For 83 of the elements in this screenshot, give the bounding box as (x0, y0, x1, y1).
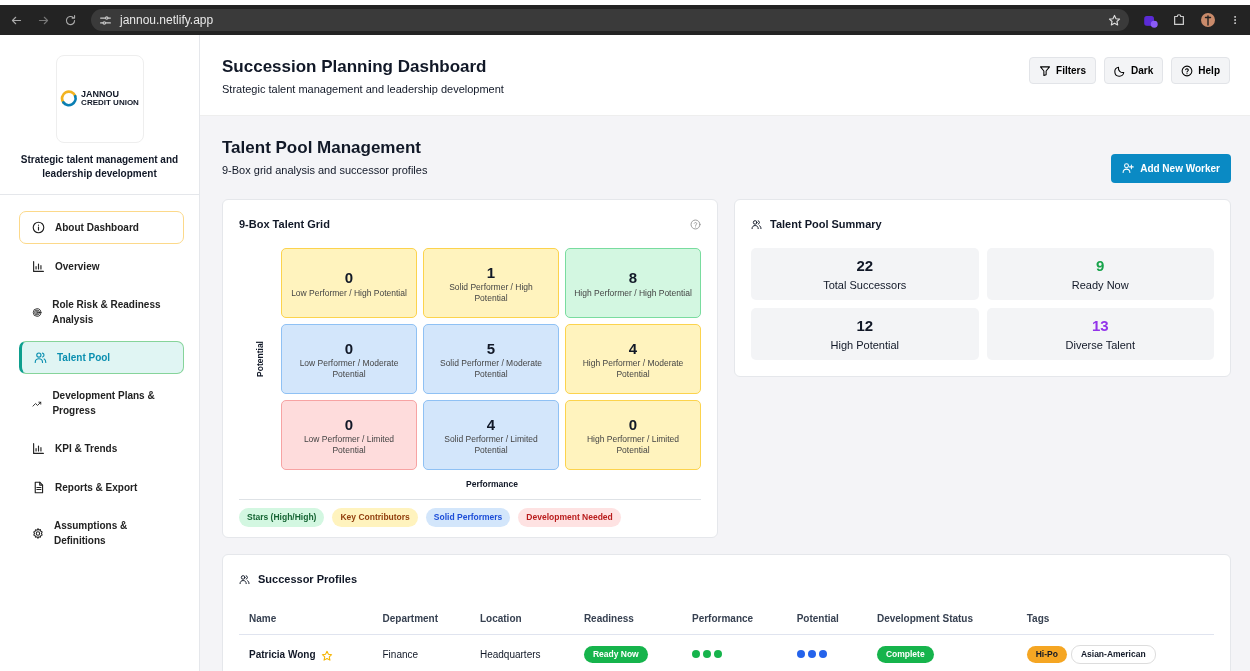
column-header: Readiness (573, 603, 682, 635)
users-icon (239, 573, 250, 585)
logo-subtitle: CREDIT UNION (81, 99, 139, 108)
card-title: Talent Pool Summary (770, 216, 882, 232)
bar-chart-icon (32, 260, 45, 273)
column-header: Performance (682, 603, 787, 635)
nav-item[interactable]: Development Plans & Progress (19, 380, 184, 426)
grid-cell: 0 High Performer / Limited Potential (565, 400, 701, 471)
page-title: Succession Planning Dashboard (222, 57, 488, 78)
theme-button[interactable]: Dark (1104, 57, 1164, 84)
axis-label: Potential (253, 341, 266, 378)
rating-dot (818, 650, 827, 659)
rating-dot (796, 650, 805, 659)
help-icon (1181, 64, 1194, 77)
column-header: Tags (1016, 603, 1214, 635)
stat-tile: 12 High Potential (751, 308, 979, 361)
moon-icon (1114, 64, 1127, 77)
tag: Asian-American (1070, 645, 1156, 665)
section-subtitle: 9-Box grid analysis and successor profiles (222, 163, 428, 179)
stat-tile: 9 Ready Now (986, 248, 1214, 301)
table-cell: Finance (372, 634, 470, 671)
person-name: Patricia Wong (249, 649, 316, 661)
rating-dot (807, 650, 816, 659)
nav-item[interactable]: About Dashboard (19, 211, 184, 244)
grid-cell: 4 Solid Performer / Limited Potential (423, 400, 559, 471)
nav-item[interactable]: Reports & Export (19, 471, 184, 504)
grid-cell: 0 Low Performer / Moderate Potential (281, 324, 417, 395)
card-title: Successor Profiles (258, 571, 358, 587)
legend-tag: Development Needed (518, 508, 621, 527)
document-icon (32, 481, 45, 494)
nav-item[interactable]: Overview (19, 250, 184, 283)
status-badge: Complete (876, 646, 934, 664)
bar-chart-icon (32, 442, 45, 455)
stat-tile: 13 Diverse Talent (986, 308, 1214, 361)
legend-tag: Stars (High/High) (239, 508, 325, 527)
card-title: 9-Box Talent Grid (239, 216, 330, 232)
rating-dot (692, 650, 700, 659)
legend-tag: Key Contributors (332, 508, 418, 527)
gear-icon (32, 526, 44, 540)
table-cell: Headquarters (469, 634, 574, 671)
section-title: Talent Pool Management (222, 137, 422, 159)
grid-cell: 5 Solid Performer / Moderate Potential (423, 324, 559, 395)
nav-item[interactable]: KPI & Trends (19, 432, 184, 465)
sidebar-tagline: Strategic talent management and leadership development (0, 153, 199, 195)
logo-name: JANNOU (81, 90, 121, 100)
users-icon (751, 218, 762, 230)
column-header: Department (372, 603, 470, 635)
bookmark-star-icon[interactable] (1108, 13, 1121, 27)
grid-cell: 4 High Performer / Moderate Potential (565, 324, 701, 395)
filters-button[interactable]: Filters (1029, 57, 1097, 84)
info-icon (32, 221, 45, 234)
axis-label: Performance (466, 478, 518, 492)
address-bar[interactable]: jannou.netlify.app (91, 9, 1129, 31)
column-header: Location (469, 603, 574, 635)
readiness-badge: Ready Now (583, 646, 648, 664)
help-button[interactable]: Help (1171, 57, 1230, 84)
url-text: jannou.netlify.app (120, 12, 214, 29)
add-user-icon (1122, 162, 1135, 175)
legend-tag: Solid Performers (425, 508, 511, 527)
users-icon (34, 351, 47, 364)
reload-icon[interactable] (64, 13, 77, 27)
nav-item[interactable]: Assumptions & Definitions (19, 510, 184, 556)
rating-dot (703, 650, 711, 659)
grid-cell: 1 Solid Performer / High Potential (423, 248, 559, 319)
column-header: Potential (786, 603, 867, 635)
tag: Hi-Po (1026, 646, 1067, 664)
add-worker-button[interactable]: Add New Worker (1111, 153, 1231, 183)
ring-logo-icon (60, 90, 79, 108)
grid-cell: 0 Low Performer / High Potential (281, 248, 417, 319)
page-subtitle: Strategic talent management and leadership development (222, 82, 504, 98)
site-settings-icon[interactable] (99, 13, 112, 27)
profile-avatar-icon[interactable] (1200, 12, 1216, 28)
rating-dot (714, 650, 722, 659)
grid-cell: 8 High Performer / High Potential (565, 248, 701, 319)
puzzle-icon[interactable] (1172, 13, 1186, 27)
column-header: Development Status (866, 603, 1017, 635)
nav-item[interactable]: Role Risk & Readiness Analysis (19, 289, 184, 335)
stat-tile: 22 Total Successors (751, 248, 979, 301)
target-icon (32, 305, 43, 319)
filter-icon (1039, 64, 1052, 77)
grid-cell: 0 Low Performer / Limited Potential (281, 400, 417, 471)
column-header: Name (239, 603, 373, 635)
star-icon[interactable] (320, 649, 333, 662)
